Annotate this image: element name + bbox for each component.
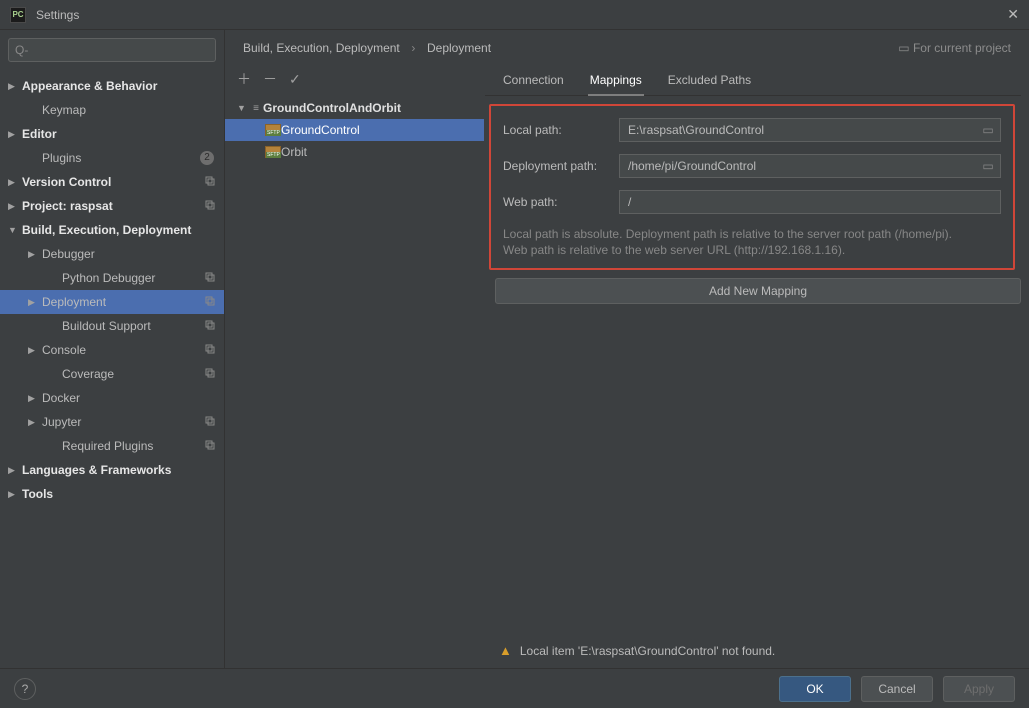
deployment-servers-panel: ＋ － ✓ ▼ ≡ GroundControlAndOrbit GroundCo… — [225, 61, 485, 668]
warning-text: Local item 'E:\raspsat\GroundControl' no… — [520, 644, 775, 658]
sidebar-item-editor[interactable]: ▶Editor — [0, 122, 224, 146]
mapping-panel: Local path: ▭ Deployment path: ▭ — [489, 104, 1015, 270]
warning-icon: ▲ — [499, 643, 512, 658]
deployment-path-input[interactable] — [620, 155, 976, 177]
breadcrumb-item[interactable]: Build, Execution, Deployment — [243, 41, 400, 55]
add-icon[interactable]: ＋ — [237, 69, 251, 89]
deploy-server-groundcontrol[interactable]: GroundControl — [225, 119, 484, 141]
sidebar-item-debugger[interactable]: ▶Debugger — [0, 242, 224, 266]
scope-label: ▭ For current project — [898, 41, 1011, 55]
chevron-right-icon: ▶ — [28, 393, 38, 404]
project-scope-icon — [202, 271, 218, 286]
chevron-down-icon: ▼ — [8, 225, 18, 235]
tab-mappings[interactable]: Mappings — [588, 67, 644, 95]
project-scope-icon — [202, 439, 218, 454]
chevron-right-icon: › — [411, 41, 415, 55]
project-scope-icon — [202, 175, 218, 190]
local-path-label: Local path: — [503, 123, 619, 137]
web-path-input[interactable] — [620, 191, 1000, 213]
remove-icon[interactable]: － — [263, 69, 277, 89]
search-input[interactable] — [8, 38, 216, 62]
sidebar-item-python-debugger[interactable]: Python Debugger — [0, 266, 224, 290]
project-scope-icon — [202, 295, 218, 310]
count-badge: 2 — [200, 151, 214, 165]
web-path-label: Web path: — [503, 195, 619, 209]
project-scope-icon — [202, 199, 218, 214]
sftp-icon — [265, 124, 281, 136]
add-mapping-button[interactable]: Add New Mapping — [495, 278, 1021, 304]
chevron-right-icon: ▶ — [28, 249, 38, 260]
deploy-server-orbit[interactable]: Orbit — [225, 141, 484, 163]
project-scope-icon — [202, 343, 218, 358]
deployment-path-label: Deployment path: — [503, 159, 619, 173]
help-button[interactable]: ? — [14, 678, 36, 700]
folder-icon[interactable]: ▭ — [976, 123, 1000, 137]
deploy-group[interactable]: ▼ ≡ GroundControlAndOrbit — [225, 97, 484, 119]
sidebar-item-languages-frameworks[interactable]: ▶Languages & Frameworks — [0, 458, 224, 482]
sftp-icon — [265, 146, 281, 158]
project-scope-icon — [202, 367, 218, 382]
title-bar: PC Settings ✕ — [0, 0, 1029, 30]
chevron-right-icon: ▶ — [8, 129, 18, 140]
project-scope-icon: ▭ — [898, 41, 913, 55]
sidebar-item-jupyter[interactable]: ▶Jupyter — [0, 410, 224, 434]
local-path-input[interactable] — [620, 119, 976, 141]
breadcrumb: Build, Execution, Deployment › Deploymen… — [243, 40, 898, 55]
settings-tree: ▶Appearance & BehaviorKeymap▶EditorPlugi… — [0, 70, 224, 668]
group-icon: ≡ — [249, 101, 263, 115]
folder-icon[interactable]: ▭ — [976, 159, 1000, 173]
window-title: Settings — [36, 8, 991, 22]
tab-connection[interactable]: Connection — [501, 67, 566, 95]
sidebar-item-appearance-behavior[interactable]: ▶Appearance & Behavior — [0, 74, 224, 98]
sidebar-item-build-execution-deployment[interactable]: ▼Build, Execution, Deployment — [0, 218, 224, 242]
settings-sidebar: ▶Appearance & BehaviorKeymap▶EditorPlugi… — [0, 30, 225, 668]
chevron-down-icon: ▼ — [237, 103, 249, 113]
chevron-right-icon: ▶ — [8, 201, 18, 212]
project-scope-icon — [202, 319, 218, 334]
sidebar-item-console[interactable]: ▶Console — [0, 338, 224, 362]
cancel-button[interactable]: Cancel — [861, 676, 933, 702]
chevron-right-icon: ▶ — [8, 81, 18, 92]
apply-button[interactable]: Apply — [943, 676, 1015, 702]
project-scope-icon — [202, 415, 218, 430]
sidebar-item-plugins[interactable]: Plugins2 — [0, 146, 224, 170]
ok-button[interactable]: OK — [779, 676, 851, 702]
sidebar-item-project-raspsat[interactable]: ▶Project: raspsat — [0, 194, 224, 218]
chevron-right-icon: ▶ — [28, 417, 38, 428]
sidebar-item-version-control[interactable]: ▶Version Control — [0, 170, 224, 194]
sidebar-item-deployment[interactable]: ▶Deployment — [0, 290, 224, 314]
deployment-tabs: Connection Mappings Excluded Paths — [485, 61, 1021, 96]
sidebar-item-coverage[interactable]: Coverage — [0, 362, 224, 386]
chevron-right-icon: ▶ — [8, 465, 18, 476]
close-icon[interactable]: ✕ — [991, 6, 1019, 23]
check-icon[interactable]: ✓ — [289, 71, 301, 88]
sidebar-item-tools[interactable]: ▶Tools — [0, 482, 224, 506]
tab-excluded-paths[interactable]: Excluded Paths — [666, 67, 753, 95]
sidebar-item-required-plugins[interactable]: Required Plugins — [0, 434, 224, 458]
sidebar-item-docker[interactable]: ▶Docker — [0, 386, 224, 410]
sidebar-item-keymap[interactable]: Keymap — [0, 98, 224, 122]
chevron-right-icon: ▶ — [28, 345, 38, 356]
sidebar-item-buildout-support[interactable]: Buildout Support — [0, 314, 224, 338]
app-icon: PC — [10, 7, 26, 23]
breadcrumb-item[interactable]: Deployment — [427, 41, 491, 55]
chevron-right-icon: ▶ — [8, 489, 18, 500]
mapping-hint: Local path is absolute. Deployment path … — [503, 226, 1001, 258]
chevron-right-icon: ▶ — [8, 177, 18, 188]
dialog-footer: ? OK Cancel Apply — [0, 668, 1029, 708]
chevron-right-icon: ▶ — [28, 297, 38, 308]
